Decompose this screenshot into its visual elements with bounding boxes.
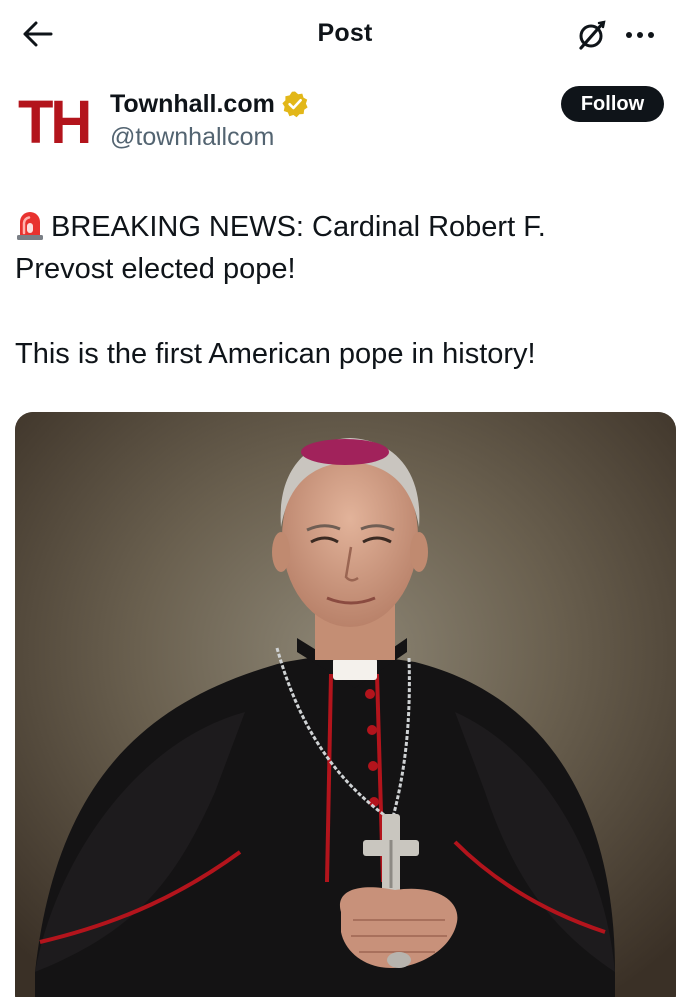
portrait-photo (15, 412, 676, 997)
author-name-row: Townhall.com (110, 88, 309, 120)
post-text-line-1: BREAKING NEWS: Cardinal Robert F. (15, 206, 655, 248)
post-text-line-2: Prevost elected pope! (15, 253, 296, 285)
avatar[interactable]: TH (18, 87, 96, 157)
avatar-logo-text: TH (18, 87, 92, 157)
more-dots-icon (626, 32, 654, 38)
verified-badge-icon (281, 90, 309, 118)
more-options-button[interactable] (620, 15, 660, 55)
follow-button[interactable]: Follow (561, 86, 664, 122)
top-bar: Post (0, 0, 690, 70)
author-name[interactable]: Townhall.com (110, 90, 275, 119)
post-media-photo[interactable] (15, 412, 676, 997)
post-text-line-3: This is the first American pope in histo… (15, 338, 536, 370)
grok-icon (579, 20, 606, 50)
post-screen: Post TH Townhall.com @townhallcom Follow… (0, 0, 690, 997)
author-handle[interactable]: @townhallcom (110, 123, 274, 152)
grok-button[interactable] (571, 15, 611, 55)
police-light-icon (15, 209, 45, 241)
post-text-breaking: BREAKING NEWS: Cardinal Robert F. (51, 211, 546, 243)
